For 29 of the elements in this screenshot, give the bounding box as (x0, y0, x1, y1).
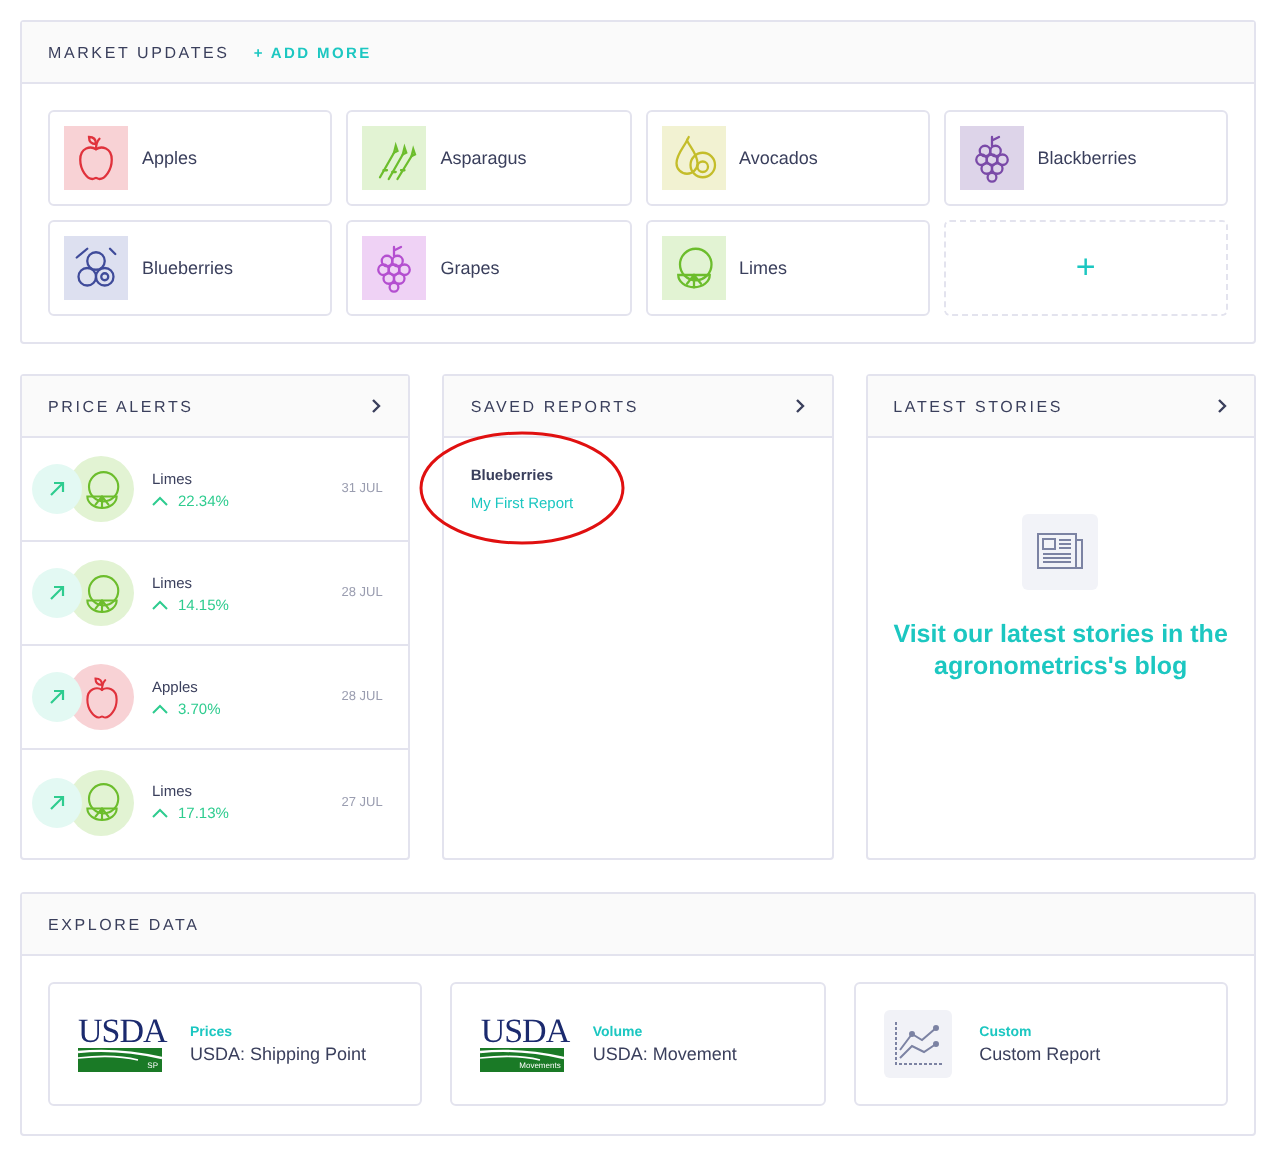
caret-up-icon (152, 495, 168, 505)
market-tile[interactable]: Blueberries (48, 220, 333, 316)
caret-up-icon (152, 599, 168, 609)
newspaper-icon (1022, 514, 1099, 590)
trend-up-icon (32, 568, 82, 618)
chevron-right-icon[interactable] (793, 398, 806, 414)
market-tile[interactable]: Grapes (346, 220, 631, 316)
caret-up-icon (152, 808, 168, 818)
trend-up-icon (32, 777, 82, 827)
panel-title: PRICE ALERTS (48, 397, 194, 415)
panel-title: MARKET UPDATES (48, 43, 230, 61)
line-chart-icon (883, 1010, 952, 1078)
trend-up-icon (32, 672, 82, 722)
market-tile[interactable]: Avocados (645, 110, 930, 206)
panel-title: LATEST STORIES (893, 397, 1064, 415)
market-tile[interactable]: Blackberries (943, 110, 1228, 206)
source-name: Custom Report (979, 1043, 1101, 1063)
market-tile[interactable]: Limes (645, 220, 930, 316)
source-name: USDA: Shipping Point (190, 1043, 367, 1063)
source-name: USDA: Movement (592, 1043, 737, 1063)
trend-up-icon (32, 464, 82, 514)
logo-text: USDA (480, 1016, 565, 1048)
chevron-right-icon[interactable] (1215, 398, 1228, 414)
panel-title: SAVED REPORTS (470, 397, 640, 415)
caret-up-icon (152, 703, 168, 713)
market-tile[interactable]: Apples (48, 110, 333, 206)
panel-title: EXPLORE DATA (48, 915, 200, 933)
chevron-right-icon[interactable] (370, 398, 383, 414)
market-tile[interactable]: Asparagus (346, 110, 631, 206)
